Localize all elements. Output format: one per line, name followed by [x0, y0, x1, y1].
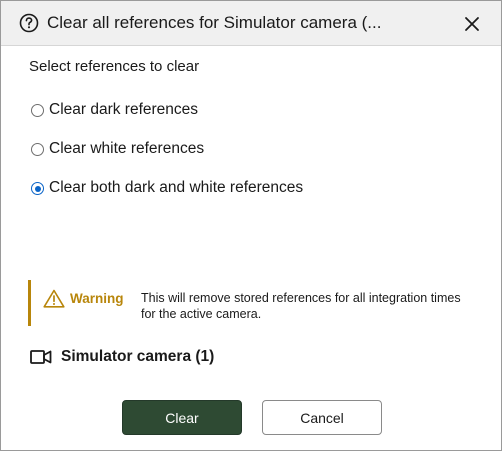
close-button[interactable] — [457, 9, 487, 39]
option-label-clear-dark: Clear dark references — [49, 101, 199, 118]
question-circle-icon[interactable] — [19, 13, 39, 33]
radio-clear-white[interactable] — [31, 143, 44, 156]
cancel-button[interactable]: Cancel — [262, 400, 382, 435]
option-label-clear-both: Clear both dark and white references — [49, 179, 304, 196]
option-label-clear-white: Clear white references — [49, 140, 205, 157]
warning-triangle-icon — [43, 289, 65, 308]
warning-text: This will remove stored references for a… — [141, 291, 461, 321]
dialog-title: Clear all references for Simulator camer… — [47, 13, 382, 32]
radio-clear-dark[interactable] — [31, 104, 44, 117]
warning-title: Warning — [70, 291, 124, 306]
warning-message: Warning This will remove stored referenc… — [28, 280, 481, 326]
video-camera-icon — [30, 350, 52, 364]
clear-button[interactable]: Clear — [122, 400, 242, 435]
select-references-prompt: Select references to clear — [29, 58, 200, 75]
camera-name: Simulator camera (1) — [61, 348, 215, 365]
radio-clear-both[interactable] — [31, 182, 44, 195]
close-icon — [465, 17, 479, 31]
clear-references-dialog: Clear all references for Simulator camer… — [0, 0, 502, 451]
dialog-title-bar: Clear all references for Simulator camer… — [1, 1, 501, 46]
